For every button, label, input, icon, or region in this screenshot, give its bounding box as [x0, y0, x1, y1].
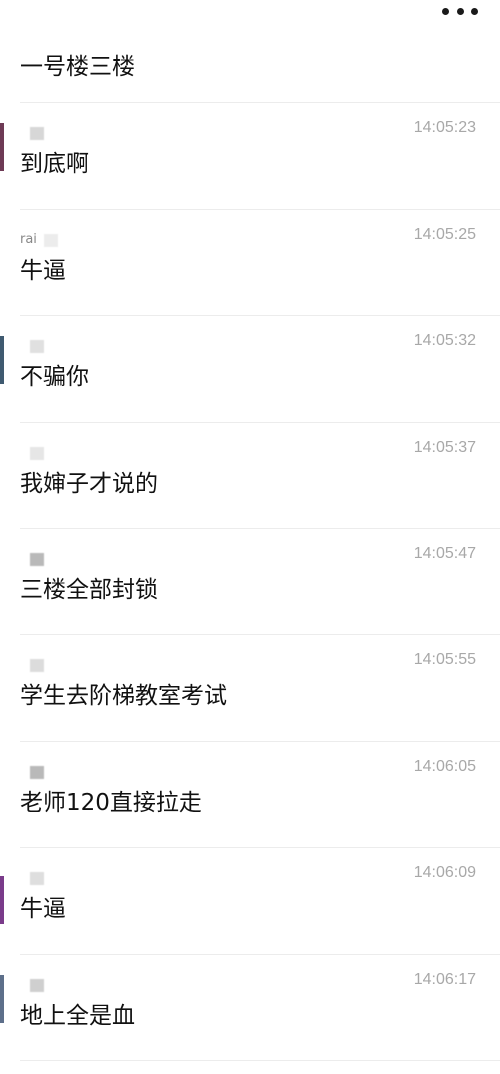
message-text: 牛逼	[20, 258, 66, 284]
sender-name	[20, 977, 60, 993]
sender-name: rai	[20, 232, 60, 248]
message-row[interactable]: 14:06:17 地上全是血	[0, 955, 500, 1061]
message-text: 老师120直接拉走	[20, 790, 202, 816]
message-row[interactable]: 14:05:55 学生去阶梯教室考试	[0, 635, 500, 741]
avatar[interactable]	[0, 336, 4, 384]
sender-name	[20, 657, 60, 673]
timestamp: 14:05:47	[413, 545, 476, 562]
timestamp: 14:05:37	[413, 439, 476, 456]
sender-name	[20, 870, 60, 886]
sender-name	[20, 125, 60, 141]
message-text: 不骗你	[20, 364, 89, 390]
dot	[471, 7, 478, 15]
sender-name	[20, 764, 60, 780]
message-text: 一号楼三楼	[20, 54, 135, 80]
top-bar	[0, 0, 500, 44]
dot	[442, 7, 449, 15]
sender-name	[20, 338, 60, 354]
message-row[interactable]: rai 14:05:25 牛逼	[0, 210, 500, 316]
timestamp: 14:06:17	[413, 971, 476, 988]
message-row[interactable]: 14:06:09 牛逼	[0, 848, 500, 954]
more-horizontal-icon[interactable]	[442, 6, 478, 16]
divider	[20, 1060, 500, 1061]
timestamp: 14:06:09	[413, 864, 476, 881]
avatar[interactable]	[0, 975, 4, 1023]
message-text: 三楼全部封锁	[20, 577, 158, 603]
message-row[interactable]: 14:05:37 我婶子才说的	[0, 423, 500, 529]
sender-name	[20, 445, 60, 461]
avatar[interactable]	[0, 123, 4, 171]
sender-name	[20, 551, 60, 567]
message-row[interactable]: 14:05:23 到底啊	[0, 103, 500, 209]
dot	[456, 7, 464, 15]
message-text: 学生去阶梯教室考试	[20, 683, 227, 709]
message-text: 牛逼	[20, 896, 66, 922]
timestamp: 14:05:25	[413, 226, 476, 243]
message-text: 地上全是血	[20, 1003, 135, 1029]
timestamp: 14:05:32	[413, 332, 476, 349]
message-text: 我婶子才说的	[20, 471, 158, 497]
message-row[interactable]: 14:05:32 不骗你	[0, 316, 500, 422]
avatar[interactable]	[0, 876, 4, 924]
message-row[interactable]: 14:05:47 三楼全部封锁	[0, 529, 500, 635]
message-text: 到底啊	[20, 151, 89, 177]
message-row[interactable]: 14:06:05 老师120直接拉走	[0, 742, 500, 848]
timestamp: 14:05:55	[413, 651, 476, 668]
timestamp: 14:06:05	[413, 758, 476, 775]
timestamp: 14:05:23	[413, 119, 476, 136]
